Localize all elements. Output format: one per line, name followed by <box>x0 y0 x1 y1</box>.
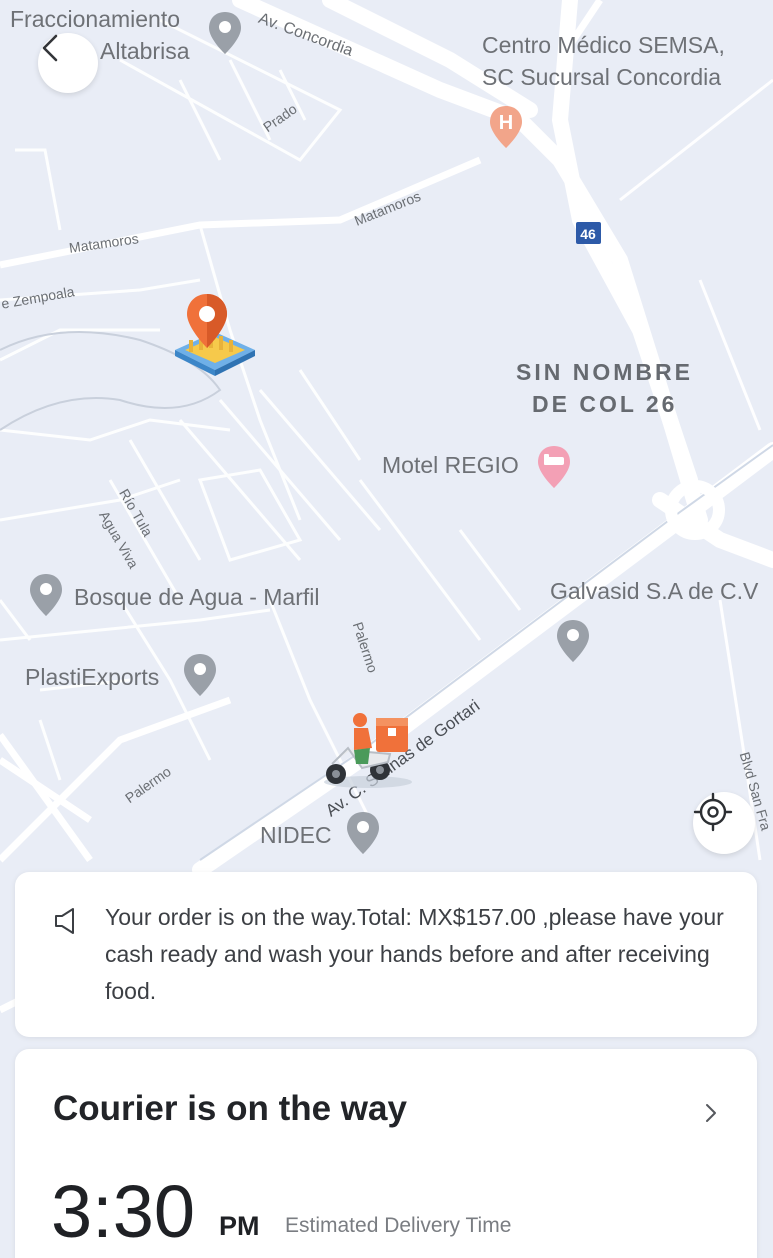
screen: 46 Fraccionamiento Altabrisa Centro Médi… <box>0 0 773 1258</box>
speaker-icon <box>55 908 74 934</box>
destination-marker-icon[interactable] <box>165 290 265 390</box>
eta-label: Estimated Delivery Time <box>285 1214 512 1237</box>
place-label-bosque: Bosque de Agua - Marfil <box>74 584 320 610</box>
place-label-fraccionamiento: Fraccionamiento <box>10 6 181 32</box>
place-label-centro-medico: Centro Médico SEMSA, <box>482 32 725 58</box>
place-label-altabrisa: Altabrisa <box>100 38 190 64</box>
recenter-location-button[interactable] <box>693 792 755 854</box>
poi-pin-icon[interactable] <box>28 572 64 618</box>
eta-ampm: PM <box>219 1211 260 1241</box>
status-title: Courier is on the way <box>53 1089 407 1128</box>
back-button[interactable] <box>38 33 98 93</box>
poi-pin-icon[interactable] <box>345 810 381 856</box>
courier-scooter-icon[interactable] <box>318 708 418 790</box>
region-label-de-col: DE COL 26 <box>532 391 678 417</box>
chevron-right-icon[interactable] <box>703 1101 719 1125</box>
place-label-nidec: NIDEC <box>260 822 332 848</box>
route-shield-number: 46 <box>580 226 596 242</box>
eta-time: 3:30 <box>51 1170 196 1253</box>
delivery-status-card[interactable]: Courier is on the way 3:30 PM Estimated … <box>15 1049 757 1258</box>
region-label-sin-nombre: SIN NOMBRE <box>516 359 693 385</box>
locate-target-icon <box>693 792 733 832</box>
poi-pin-icon[interactable] <box>555 618 591 664</box>
poi-pin-icon[interactable] <box>207 10 243 56</box>
hospital-pin-icon[interactable]: H <box>488 104 524 150</box>
place-label-motel: Motel REGIO <box>382 452 519 478</box>
chevron-left-icon <box>42 34 58 62</box>
motel-pin-icon[interactable] <box>536 444 572 490</box>
place-label-plastiexports: PlastiExports <box>25 664 160 690</box>
order-notice-text: Your order is on the way.Total: MX$157.0… <box>105 904 724 1004</box>
svg-text:H: H <box>499 112 513 134</box>
poi-pin-icon[interactable] <box>182 652 218 698</box>
place-label-centro-medico-2: SC Sucursal Concordia <box>482 64 722 90</box>
place-label-galvasid: Galvasid S.A de C.V <box>550 578 759 604</box>
order-notice-card: Your order is on the way.Total: MX$157.0… <box>15 872 757 1037</box>
